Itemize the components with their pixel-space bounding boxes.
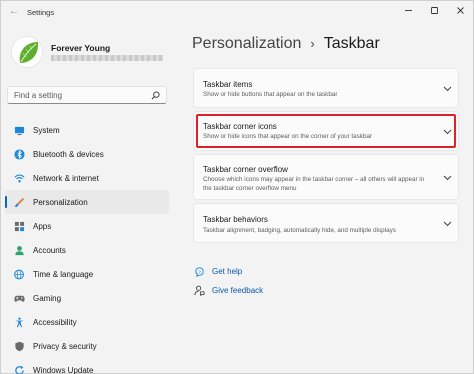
svg-text:?: ? bbox=[198, 269, 201, 274]
sidebar-item-label: System bbox=[33, 125, 60, 135]
chevron-down-icon[interactable] bbox=[442, 173, 452, 183]
maximize-icon bbox=[430, 6, 438, 14]
get-help-link[interactable]: ? Get help bbox=[193, 265, 242, 277]
minimize-icon bbox=[404, 9, 412, 11]
breadcrumb-separator: › bbox=[310, 36, 315, 51]
feedback-icon bbox=[193, 284, 205, 296]
card-taskbar-corner-icons[interactable]: Taskbar corner icons Show or hide icons … bbox=[193, 111, 459, 151]
close-icon bbox=[456, 6, 464, 14]
back-button[interactable]: ← bbox=[7, 5, 21, 19]
search-icon[interactable] bbox=[150, 90, 160, 100]
card-description: Show or hide buttons that appear on the … bbox=[203, 91, 338, 98]
breadcrumb-parent[interactable]: Personalization bbox=[192, 35, 301, 53]
chevron-down-icon[interactable] bbox=[442, 219, 452, 229]
sidebar-item-label: Time & language bbox=[33, 269, 94, 279]
app-title: Settings bbox=[27, 8, 55, 17]
leaf-avatar-icon bbox=[12, 37, 42, 67]
update-icon bbox=[13, 364, 25, 374]
wifi-icon bbox=[13, 172, 25, 184]
chevron-down-icon[interactable] bbox=[442, 127, 452, 137]
accessibility-icon bbox=[13, 316, 25, 328]
card-title: Taskbar corner icons bbox=[203, 122, 277, 131]
sidebar-item-apps[interactable]: Apps bbox=[5, 214, 169, 238]
sidebar-item-label: Gaming bbox=[33, 293, 62, 303]
page-title: Taskbar bbox=[323, 35, 380, 52]
sidebar-item-label: Privacy & security bbox=[33, 341, 97, 351]
profile-name: Forever Young bbox=[51, 43, 111, 53]
sidebar-item-label: Bluetooth & devices bbox=[33, 149, 104, 159]
sidebar-item-label: Windows Update bbox=[33, 365, 94, 374]
get-help-label[interactable]: Get help bbox=[212, 267, 242, 276]
card-title: Taskbar corner overflow bbox=[203, 165, 288, 174]
bluetooth-icon bbox=[13, 148, 25, 160]
sidebar-item-windows-update[interactable]: Windows Update bbox=[5, 358, 169, 374]
sidebar-item-accounts[interactable]: Accounts bbox=[5, 238, 169, 262]
card-description: Choose which icons may appear in the tas… bbox=[203, 176, 425, 192]
sidebar-item-privacy-security[interactable]: Privacy & security bbox=[5, 334, 169, 358]
gamepad-icon bbox=[13, 292, 25, 304]
card-taskbar-corner-overflow[interactable]: Taskbar corner overflow Choose which ico… bbox=[193, 154, 459, 200]
sidebar-nav: System Bluetooth & devices Network & int… bbox=[5, 118, 169, 374]
sidebar-item-system[interactable]: System bbox=[5, 118, 169, 142]
profile-email-redacted bbox=[51, 55, 163, 61]
sidebar-item-label: Apps bbox=[33, 221, 52, 231]
close-button[interactable] bbox=[447, 1, 473, 19]
sidebar-item-time-language[interactable]: Time & language bbox=[5, 262, 169, 286]
card-title: Taskbar behaviors bbox=[203, 215, 268, 224]
sidebar-item-bluetooth[interactable]: Bluetooth & devices bbox=[5, 142, 169, 166]
card-title: Taskbar items bbox=[203, 80, 253, 89]
maximize-button[interactable] bbox=[421, 1, 447, 19]
card-description: Taskbar alignment, badging, automaticall… bbox=[203, 227, 396, 234]
search-box[interactable] bbox=[7, 86, 167, 104]
give-feedback-label[interactable]: Give feedback bbox=[212, 286, 263, 295]
title-bar: ← Settings bbox=[1, 1, 473, 23]
sidebar-item-network[interactable]: Network & internet bbox=[5, 166, 169, 190]
card-taskbar-behaviors[interactable]: Taskbar behaviors Taskbar alignment, bad… bbox=[193, 203, 459, 243]
chevron-down-icon[interactable] bbox=[442, 84, 452, 94]
sidebar-item-label: Personalization bbox=[33, 197, 88, 207]
give-feedback-link[interactable]: Give feedback bbox=[193, 284, 263, 296]
settings-window: ← Settings Forever Young Find a setting … bbox=[0, 0, 474, 374]
breadcrumb: Personalization › Taskbar bbox=[192, 35, 380, 53]
globe-clock-icon bbox=[13, 268, 25, 280]
sidebar-item-gaming[interactable]: Gaming bbox=[5, 286, 169, 310]
avatar[interactable] bbox=[11, 36, 43, 68]
card-taskbar-items[interactable]: Taskbar items Show or hide buttons that … bbox=[193, 68, 459, 108]
help-icon: ? bbox=[193, 265, 205, 277]
sidebar-item-accessibility[interactable]: Accessibility bbox=[5, 310, 169, 334]
sidebar-item-label: Accessibility bbox=[33, 317, 77, 327]
monitor-icon bbox=[13, 124, 25, 136]
minimize-button[interactable] bbox=[395, 1, 421, 19]
window-controls bbox=[395, 1, 473, 21]
shield-icon bbox=[13, 340, 25, 352]
sidebar-item-label: Accounts bbox=[33, 245, 66, 255]
sidebar-item-personalization[interactable]: Personalization bbox=[5, 190, 169, 214]
search-input[interactable] bbox=[14, 90, 150, 100]
sidebar-item-label: Network & internet bbox=[33, 173, 99, 183]
person-icon bbox=[13, 244, 25, 256]
card-description: Show or hide icons that appear on the co… bbox=[203, 133, 373, 140]
apps-icon bbox=[13, 220, 25, 232]
brush-icon bbox=[13, 196, 25, 208]
